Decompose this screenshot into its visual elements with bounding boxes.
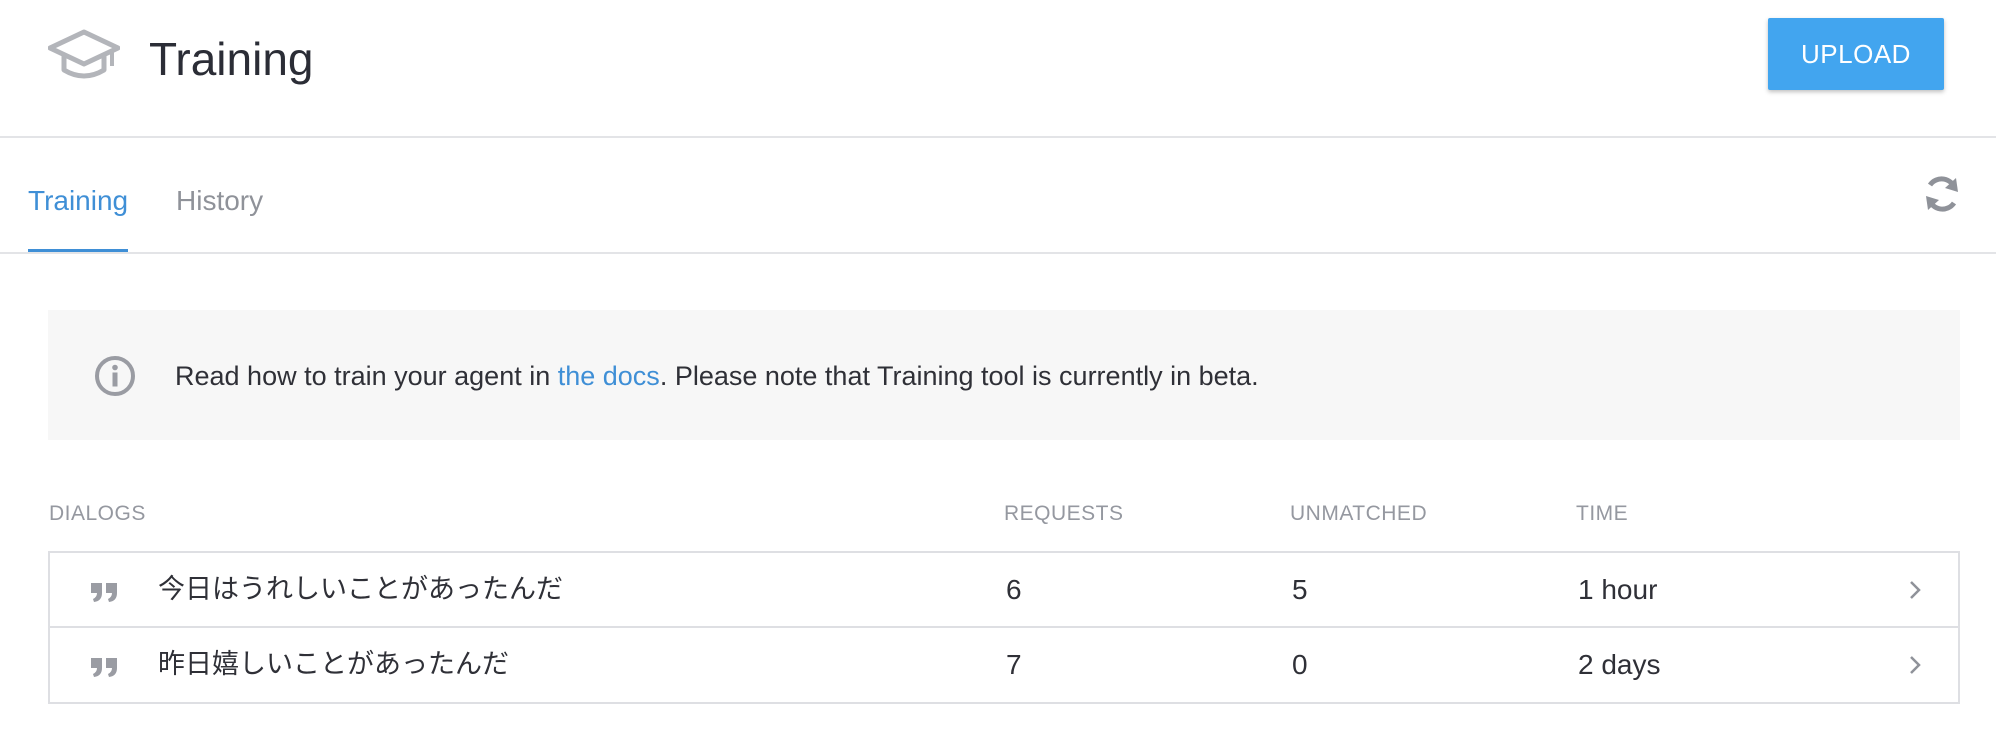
time-ago: 2 days bbox=[1578, 649, 1661, 680]
column-header-unmatched: UNMATCHED bbox=[1290, 502, 1428, 525]
tab-bar: Training History bbox=[0, 138, 1996, 254]
unmatched-count: 0 bbox=[1292, 649, 1308, 680]
info-message: Read how to train your agent in the docs… bbox=[175, 356, 1259, 396]
chevron-right-icon bbox=[1910, 656, 1921, 674]
info-text-before: Read how to train your agent in bbox=[175, 361, 558, 391]
page-header: Training UPLOAD bbox=[0, 0, 1996, 138]
column-header-time: TIME bbox=[1576, 502, 1629, 525]
column-header-dialogs: DIALOGS bbox=[49, 502, 146, 525]
upload-button[interactable]: UPLOAD bbox=[1768, 18, 1944, 90]
quote-icon bbox=[91, 658, 117, 677]
quote-icon bbox=[91, 583, 117, 602]
dialog-text: 昨日嬉しいことがあったんだ bbox=[158, 649, 509, 680]
page-title: Training bbox=[149, 33, 314, 85]
info-icon bbox=[95, 356, 135, 396]
dialogs-table: 今日はうれしいことがあったんだ 6 5 1 hour 昨日嬉しいことがあったんだ… bbox=[48, 551, 1960, 704]
requests-count: 7 bbox=[1006, 649, 1022, 680]
table-row[interactable]: 昨日嬉しいことがあったんだ 7 0 2 days bbox=[50, 628, 1958, 703]
dialog-text: 今日はうれしいことがあったんだ bbox=[158, 574, 563, 605]
info-text-after: . Please note that Training tool is curr… bbox=[659, 361, 1259, 391]
info-banner: Read how to train your agent in the docs… bbox=[48, 310, 1960, 440]
tab-training[interactable]: Training bbox=[28, 138, 128, 252]
requests-count: 6 bbox=[1006, 574, 1022, 605]
tab-history[interactable]: History bbox=[176, 138, 272, 252]
docs-link[interactable]: the docs bbox=[558, 361, 660, 391]
unmatched-count: 5 bbox=[1292, 574, 1308, 605]
time-ago: 1 hour bbox=[1578, 574, 1658, 605]
chevron-right-icon bbox=[1910, 581, 1921, 599]
table-row[interactable]: 今日はうれしいことがあったんだ 6 5 1 hour bbox=[50, 553, 1958, 628]
graduation-cap-icon bbox=[48, 29, 120, 79]
column-header-requests: REQUESTS bbox=[1004, 502, 1124, 525]
refresh-icon[interactable] bbox=[1922, 174, 1962, 214]
